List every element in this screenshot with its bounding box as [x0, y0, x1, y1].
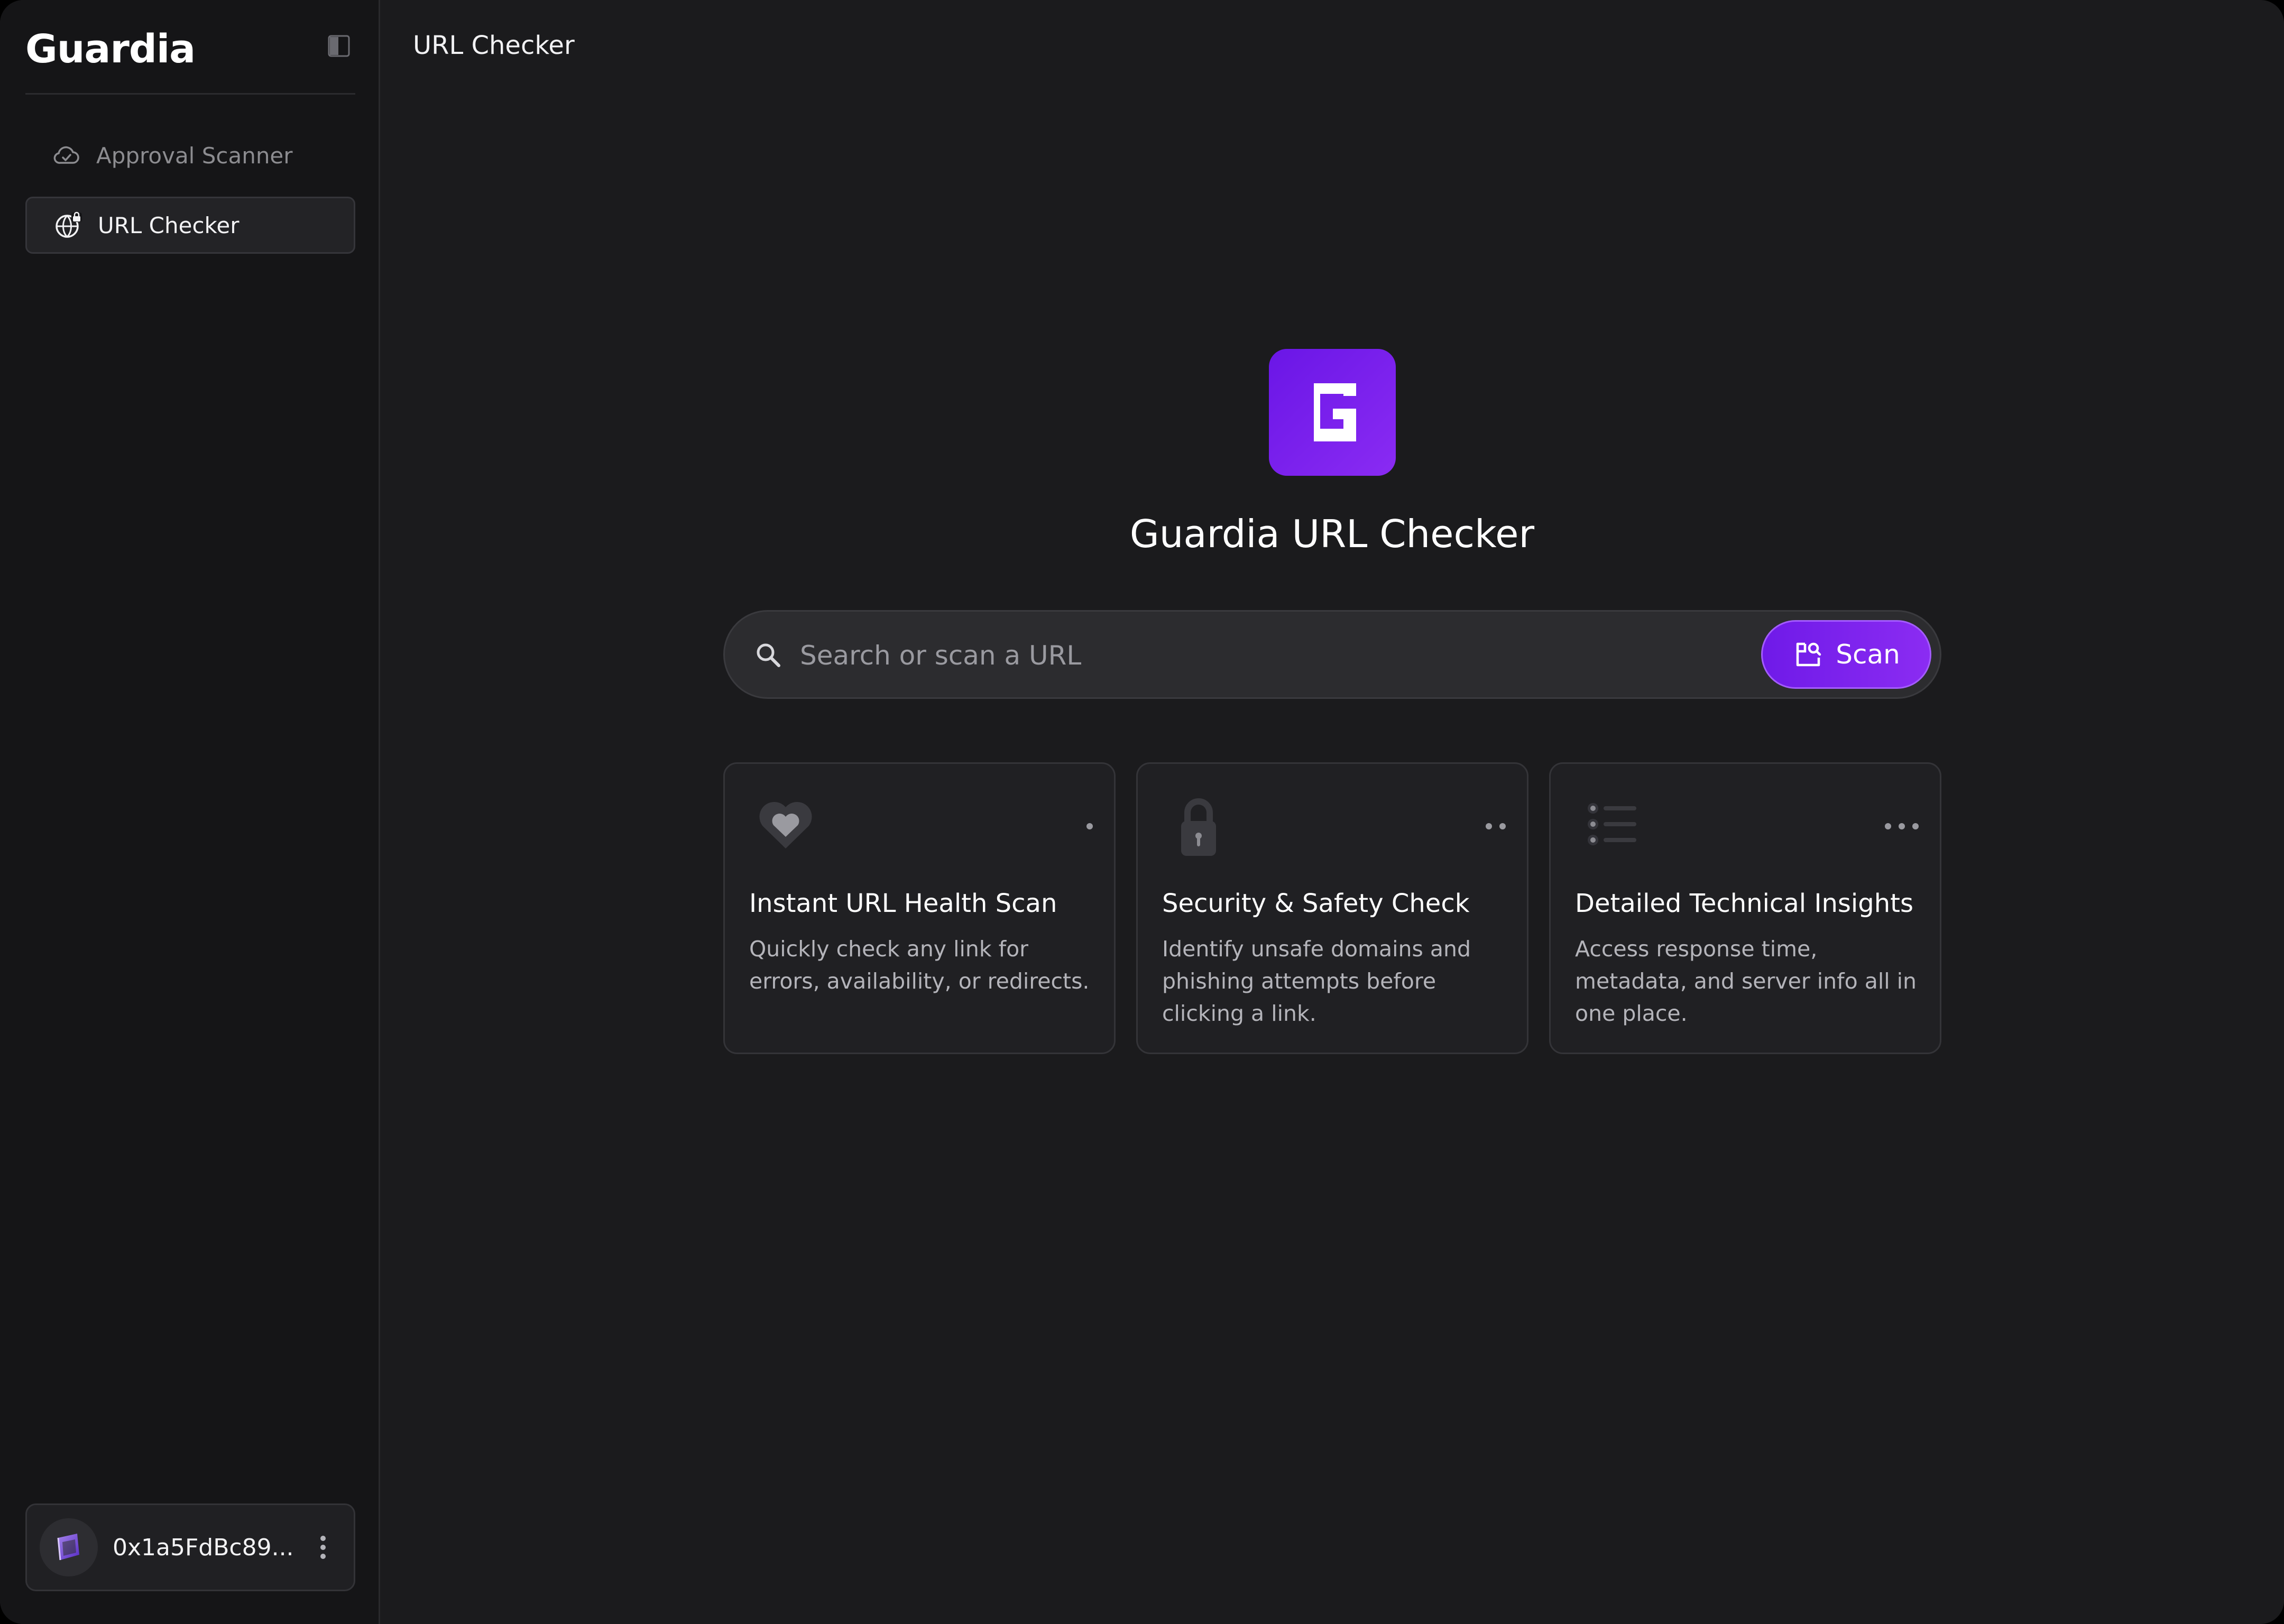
main-content: URL Checker Guardia URL Checker Search o… — [380, 0, 2284, 1624]
card-indicator-dots — [1086, 823, 1093, 829]
feature-card-security-check: Security & Safety Check Identify unsafe … — [1136, 762, 1528, 1054]
feature-card-technical-insights: Detailed Technical Insights Access respo… — [1549, 762, 1941, 1054]
page-title: URL Checker — [413, 31, 575, 60]
more-vertical-icon[interactable] — [312, 1531, 334, 1563]
card-title: Security & Safety Check — [1162, 889, 1470, 918]
sidebar: Guardia Approval Scanner URL Checker 0x1… — [0, 0, 380, 1624]
card-description: Quickly check any link for errors, avail… — [749, 936, 1090, 994]
sidebar-item-label: Approval Scanner — [96, 142, 293, 169]
logo-text: Guardia — [25, 26, 196, 72]
card-description: Access response time, metadata, and serv… — [1575, 936, 1917, 1026]
scan-icon — [1792, 639, 1824, 670]
url-search-bar: Scan — [723, 610, 1941, 699]
sidebar-item-approval-scanner[interactable]: Approval Scanner — [25, 127, 355, 184]
card-title: Detailed Technical Insights — [1575, 889, 1913, 918]
hero-title: Guardia URL Checker — [1129, 512, 1535, 556]
guardia-logo[interactable]: Guardia — [25, 25, 196, 73]
list-icon — [1582, 796, 1641, 859]
card-indicator-dots — [1486, 823, 1506, 829]
search-icon — [754, 641, 782, 669]
app-window: Guardia Approval Scanner URL Checker 0x1… — [0, 0, 2284, 1624]
heart-icon — [757, 796, 815, 859]
sidebar-divider — [25, 93, 355, 95]
card-description: Identify unsafe domains and phishing att… — [1162, 936, 1471, 1026]
feature-card-health-scan: Instant URL Health Scan Quickly check an… — [723, 762, 1116, 1054]
cloud-check-icon — [52, 141, 81, 170]
wallet-avatar-icon — [40, 1518, 98, 1576]
search-input[interactable] — [799, 633, 1700, 678]
sidebar-item-label: URL Checker — [98, 212, 240, 238]
globe-lock-icon — [53, 210, 83, 240]
card-title: Instant URL Health Scan — [749, 889, 1057, 918]
scan-button[interactable]: Scan — [1761, 620, 1931, 689]
wallet-address: 0x1a5FdBc89... — [113, 1534, 294, 1561]
sidebar-item-url-checker[interactable]: URL Checker — [25, 197, 355, 254]
lock-icon — [1169, 796, 1228, 859]
sidebar-collapse-icon[interactable] — [328, 35, 350, 57]
wallet-account[interactable]: 0x1a5FdBc89... — [25, 1503, 355, 1591]
guardia-app-icon — [1269, 349, 1396, 476]
card-indicator-dots — [1885, 823, 1919, 829]
scan-button-label: Scan — [1836, 639, 1900, 670]
